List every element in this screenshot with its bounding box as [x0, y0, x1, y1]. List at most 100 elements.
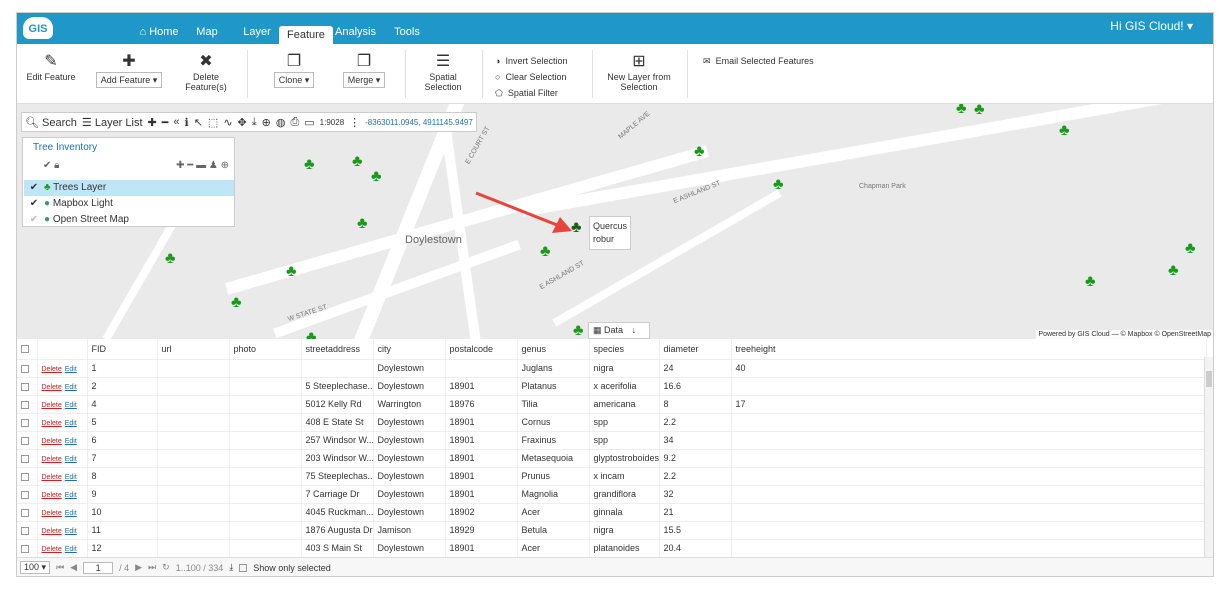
table-cell[interactable]: americana [589, 395, 660, 414]
table-cell[interactable]: 8 [87, 467, 158, 486]
column-header[interactable]: postalcode [445, 339, 518, 360]
zoom-out-icon[interactable]: ━ [162, 116, 169, 129]
tree-marker[interactable]: ♣ [1059, 123, 1070, 139]
page-size-select[interactable]: 100 ▾ [20, 561, 51, 574]
table-cell[interactable]: Doylestown [373, 359, 446, 378]
merge-dropdown[interactable]: Merge ▾ [342, 72, 386, 88]
column-header[interactable]: treeheight [731, 339, 1207, 360]
table-row[interactable]: Delete Edit 6 257 Windsor W... Doylestown 189… [17, 431, 1207, 450]
table-cell[interactable]: Magnolia [517, 485, 590, 504]
table-cell[interactable] [731, 413, 1207, 432]
table-cell[interactable] [731, 485, 1207, 504]
table-cell[interactable]: 18901 [445, 539, 518, 558]
tree-marker[interactable]: ♣ [1185, 241, 1196, 257]
tree-marker[interactable]: ♣ [974, 104, 985, 118]
table-cell[interactable]: Doylestown [373, 413, 446, 432]
page-input[interactable]: 1 [83, 561, 114, 574]
column-header[interactable]: streetaddress [301, 339, 374, 360]
back-icon[interactable]: « [173, 116, 179, 128]
table-cell[interactable]: 8 [659, 395, 732, 414]
nav-tab-feature[interactable]: Feature [279, 26, 333, 44]
table-cell[interactable]: platanoides [589, 539, 660, 558]
table-cell[interactable]: 5 [87, 413, 158, 432]
column-header[interactable]: city [373, 339, 446, 360]
table-cell[interactable]: 1 [87, 359, 158, 378]
delete-link[interactable]: Delete [42, 438, 62, 445]
table-cell[interactable] [157, 395, 230, 414]
table-cell[interactable] [229, 413, 302, 432]
table-cell[interactable]: x acerifolia [589, 377, 660, 396]
row-checkbox[interactable] [17, 359, 38, 378]
arrow-down-icon[interactable]: ↓ [632, 325, 637, 335]
table-cell[interactable]: nigra [589, 521, 660, 540]
table-cell[interactable]: 4 [87, 395, 158, 414]
tree-marker[interactable]: ♣ [694, 144, 705, 160]
row-checkbox[interactable] [17, 449, 38, 468]
tree-marker[interactable]: ♣ [1085, 274, 1096, 290]
table-cell[interactable]: 18901 [445, 485, 518, 504]
edit-link[interactable]: Edit [65, 546, 77, 553]
table-cell[interactable]: 18902 [445, 503, 518, 522]
edit-link[interactable]: Edit [65, 474, 77, 481]
table-cell[interactable]: 9.2 [659, 449, 732, 468]
zoom-icon[interactable]: ⊕ [262, 116, 271, 129]
table-cell[interactable]: Fraxinus [517, 431, 590, 450]
table-cell[interactable] [229, 539, 302, 558]
table-cell[interactable]: Juglans [517, 359, 590, 378]
table-cell[interactable]: Platanus [517, 377, 590, 396]
layer-list-button[interactable]: ☰ Layer List [82, 116, 143, 129]
info-icon[interactable]: ℹ [185, 116, 189, 129]
table-cell[interactable]: 18901 [445, 377, 518, 396]
tree-marker[interactable]: ♣ [357, 216, 368, 232]
delete-link[interactable]: Delete [42, 546, 62, 553]
table-cell[interactable]: Doylestown [373, 431, 446, 450]
tree-marker[interactable]: ♣ [371, 169, 382, 185]
checkmark-icon[interactable]: ✔ [24, 180, 44, 196]
invert-selection-option[interactable]: ◑ Invert Selection [495, 56, 568, 66]
new-layer-button[interactable]: ⊞ New Layer from Selection [605, 52, 673, 92]
table-cell[interactable] [157, 503, 230, 522]
table-cell[interactable] [731, 377, 1207, 396]
checkmark-icon[interactable]: ✔ [24, 212, 44, 228]
table-cell[interactable]: 20.4 [659, 539, 732, 558]
tree-marker[interactable]: ♣ [573, 323, 584, 339]
nav-tab-tools[interactable]: Tools [390, 20, 424, 44]
table-cell[interactable]: 16.6 [659, 377, 732, 396]
table-cell[interactable] [157, 449, 230, 468]
table-cell[interactable] [445, 359, 518, 378]
edit-link[interactable]: Edit [65, 492, 77, 499]
tree-marker[interactable]: ♣ [1168, 263, 1179, 279]
table-row[interactable]: Delete Edit 5 408 E State St Doylestown 18901… [17, 413, 1207, 432]
tree-marker[interactable]: ♣ [286, 264, 297, 280]
tree-marker[interactable]: ♣ [231, 295, 242, 311]
edit-link[interactable]: Edit [65, 420, 77, 427]
nav-tab-map[interactable]: Map [187, 20, 227, 44]
column-header[interactable]: genus [517, 339, 590, 360]
select-all-checkbox[interactable] [17, 339, 38, 360]
table-cell[interactable]: 2 [87, 377, 158, 396]
table-cell[interactable] [229, 521, 302, 540]
table-cell[interactable] [731, 467, 1207, 486]
table-cell[interactable]: 408 E State St [301, 413, 374, 432]
table-row[interactable]: Delete Edit 4 5012 Kelly Rd Warrington 18976 T… [17, 395, 1207, 414]
show-selected-checkbox[interactable] [239, 563, 248, 573]
table-cell[interactable]: 7 Carriage Dr [301, 485, 374, 504]
table-cell[interactable]: Doylestown [373, 539, 446, 558]
table-cell[interactable] [229, 449, 302, 468]
user-menu[interactable]: Hi GIS Cloud! ▾ [1110, 19, 1193, 33]
column-header[interactable]: photo [229, 339, 302, 360]
row-checkbox[interactable] [17, 485, 38, 504]
table-cell[interactable]: 11 [87, 521, 158, 540]
table-cell[interactable]: Doylestown [373, 467, 446, 486]
tree-marker[interactable]: ♣ [165, 251, 176, 267]
delete-link[interactable]: Delete [42, 420, 62, 427]
table-cell[interactable]: 2.2 [659, 467, 732, 486]
edit-link[interactable]: Edit [65, 528, 77, 535]
table-cell[interactable] [157, 485, 230, 504]
table-cell[interactable] [731, 431, 1207, 450]
delete-link[interactable]: Delete [42, 528, 62, 535]
row-checkbox[interactable] [17, 377, 38, 396]
table-row[interactable]: Delete Edit 11 1876 Augusta Dr Jamison 18929 B… [17, 521, 1207, 540]
table-cell[interactable] [731, 449, 1207, 468]
row-checkbox[interactable] [17, 539, 38, 558]
